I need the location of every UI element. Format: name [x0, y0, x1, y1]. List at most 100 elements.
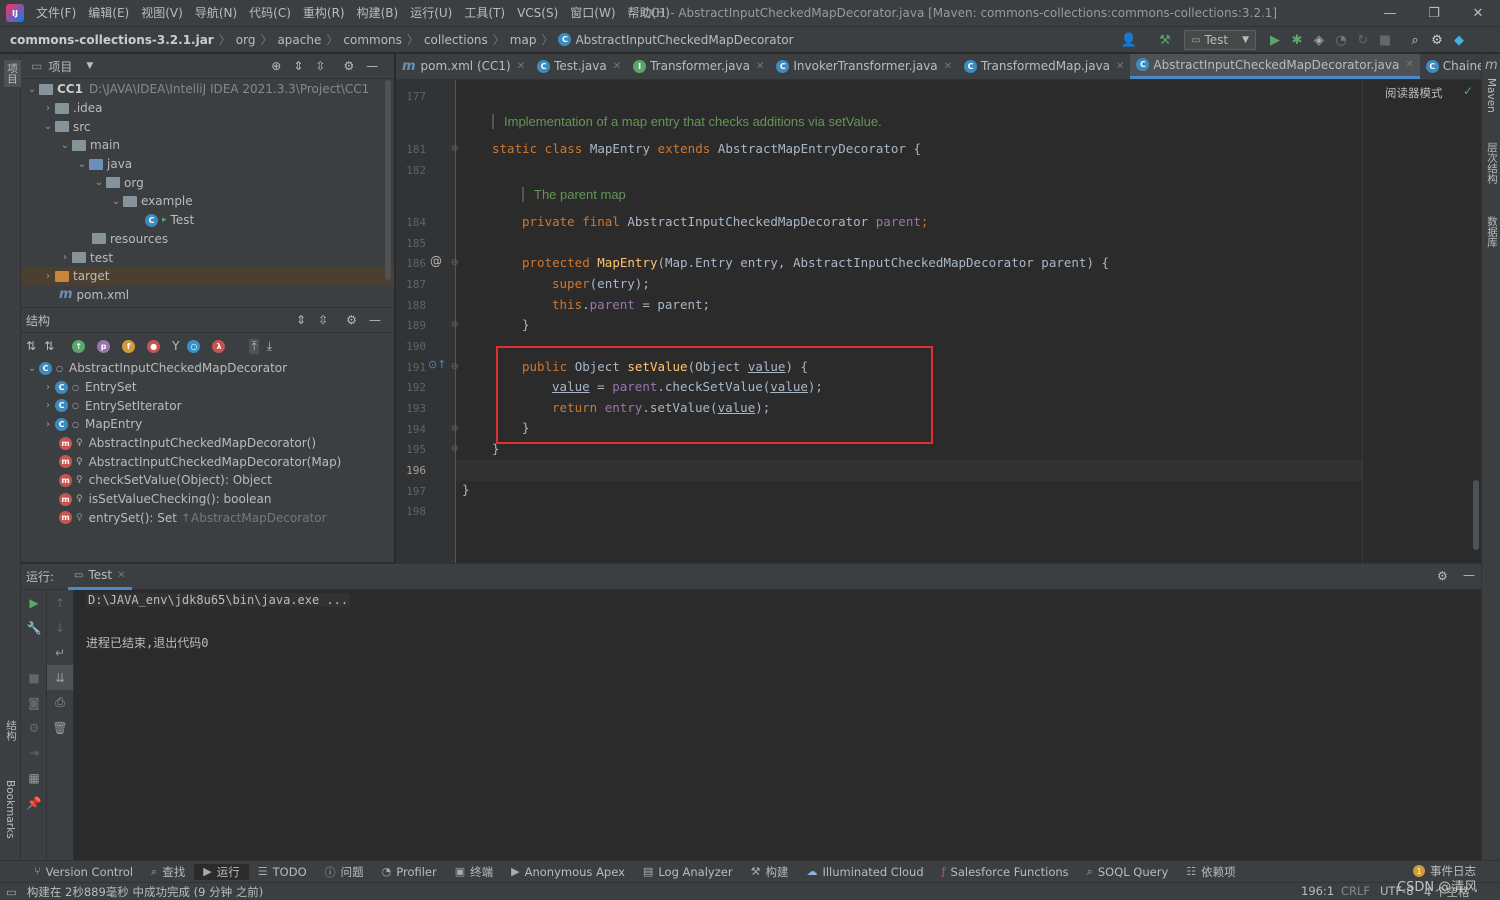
tree-item-java[interactable]: ⌄ java — [21, 155, 394, 174]
menu-window[interactable]: 窗口(W) — [564, 0, 621, 27]
run-icon[interactable]: ▶ — [1264, 29, 1286, 51]
breadcrumb-item[interactable]: collections — [424, 33, 488, 47]
tree-item-target[interactable]: › target — [21, 266, 394, 286]
breadcrumb-item[interactable]: apache — [277, 33, 321, 47]
run-tab-test[interactable]: ▭ Test ✕ — [68, 564, 132, 590]
tool-dependencies[interactable]: ☷ 依赖项 — [1177, 864, 1244, 880]
structure-tool-tab[interactable]: 结构 — [4, 720, 19, 741]
chevron-down-icon[interactable]: ⌄ — [109, 196, 123, 207]
project-panel-title[interactable]: 项目 — [48, 58, 72, 75]
tree-item-org[interactable]: ⌄ org — [21, 173, 394, 192]
tool-todo[interactable]: ☰ TODO — [249, 865, 316, 879]
override-icon[interactable]: ⊙↑ — [428, 358, 446, 371]
layout-icon[interactable]: ▦ — [21, 765, 47, 790]
properties-icon[interactable]: p — [97, 339, 111, 353]
expand-all-icon[interactable]: ⇕ — [293, 59, 303, 73]
close-icon[interactable]: ✕ — [117, 570, 125, 581]
structure-item[interactable]: › C ○ EntrySetIterator — [21, 396, 394, 415]
chevron-right-icon[interactable]: › — [58, 252, 72, 263]
tab-chained[interactable]: CChained — [1420, 54, 1481, 79]
breadcrumb-item[interactable]: org — [236, 33, 256, 47]
database-tool-tab[interactable]: 数据库 — [1485, 216, 1500, 248]
tool-run[interactable]: ▶ 运行 — [194, 863, 249, 880]
tree-item-example[interactable]: ⌄ example — [21, 192, 394, 211]
menu-tools[interactable]: 工具(T) — [458, 0, 511, 27]
non-public-icon[interactable]: ● — [147, 339, 161, 353]
autoscroll-to-source-icon[interactable]: ⤒ — [249, 338, 259, 354]
breadcrumb-item[interactable]: AbstractInputCheckedMapDecorator — [575, 33, 793, 47]
close-icon[interactable]: ✕ — [517, 61, 525, 72]
pin-icon[interactable]: 📌 — [21, 790, 47, 815]
menu-file[interactable]: 文件(F) — [30, 0, 82, 27]
menu-view[interactable]: 视图(V) — [135, 0, 189, 27]
line-separator[interactable]: CRLF — [1341, 884, 1370, 898]
collapse-all-icon[interactable]: ⇳ — [315, 59, 325, 73]
close-icon[interactable]: ✕ — [944, 61, 952, 72]
chevron-right-icon[interactable]: › — [41, 271, 55, 282]
maven-tool-tab[interactable]: Maven — [1485, 78, 1497, 113]
anonymous-icon[interactable]: ○ — [187, 339, 201, 353]
tool-salesforce-functions[interactable]: ƒ Salesforce Functions — [933, 865, 1078, 879]
fields-icon[interactable]: f — [122, 339, 136, 353]
tree-item-src[interactable]: ⌄ src — [21, 117, 394, 136]
chevron-right-icon[interactable]: › — [41, 419, 55, 430]
gear-icon[interactable]: ⚙ — [346, 313, 357, 327]
chevron-right-icon[interactable]: › — [41, 400, 55, 411]
toolbox-icon[interactable]: ◆ — [1448, 29, 1470, 51]
tree-item-cc1[interactable]: ⌄ CC1 D:\JAVA\IDEA\IntelliJ IDEA 2021.3.… — [21, 80, 394, 99]
close-icon[interactable]: ✕ — [613, 61, 621, 72]
menu-edit[interactable]: 编辑(E) — [82, 0, 135, 27]
structure-item[interactable]: › C ○ MapEntry — [21, 415, 394, 434]
reader-mode-button[interactable]: 阅读器模式 — [1385, 85, 1443, 101]
tab-pom[interactable]: m pom.xml (CC1) ✕ — [396, 54, 531, 79]
scrollbar[interactable] — [385, 80, 391, 280]
close-button[interactable]: ✕ — [1456, 0, 1500, 27]
rerun-icon[interactable]: ▶ — [21, 590, 47, 615]
collapse-all-icon[interactable]: ⇳ — [318, 313, 328, 327]
menu-vcs[interactable]: VCS(S) — [511, 0, 564, 27]
code-area[interactable]: Implementation of a map entry that check… — [456, 80, 1362, 563]
hide-icon[interactable]: — — [366, 59, 378, 73]
tool-log-analyzer[interactable]: ▤ Log Analyzer — [634, 865, 742, 879]
search-icon[interactable]: ⌕ — [1404, 29, 1426, 51]
chevron-down-icon[interactable]: ⌄ — [25, 84, 39, 95]
structure-item[interactable]: m ♀ AbstractInputCheckedMapDecorator(Map… — [21, 452, 394, 471]
tool-profiler[interactable]: ◔ Profiler — [373, 865, 446, 879]
hide-icon[interactable]: — — [1463, 568, 1475, 582]
tree-item-test[interactable]: › test — [21, 248, 394, 267]
close-icon[interactable]: ✕ — [1405, 59, 1413, 70]
structure-item[interactable]: m ♀ isSetValueChecking(): boolean — [21, 490, 394, 509]
inherited-icon[interactable]: ↑ — [72, 339, 86, 353]
tree-item-test-class[interactable]: C ▸ Test — [21, 211, 394, 230]
attach-icon[interactable]: ↻ — [1352, 29, 1374, 51]
coverage-icon[interactable]: ◈ — [1308, 29, 1330, 51]
sort-visibility-icon[interactable]: ⇅ — [26, 339, 36, 353]
tool-version-control[interactable]: ⑂ Version Control — [0, 865, 142, 879]
menu-refactor[interactable]: 重构(R) — [297, 0, 351, 27]
annotation-icon[interactable]: @ — [430, 254, 442, 268]
fork-icon[interactable]: Y — [172, 339, 179, 353]
lambda-icon[interactable]: λ — [212, 339, 226, 353]
tree-item-idea[interactable]: › .idea — [21, 99, 394, 118]
menu-code[interactable]: 代码(C) — [243, 0, 297, 27]
bookmarks-tool-tab[interactable]: Bookmarks — [4, 780, 16, 839]
tab-transformedmap[interactable]: C TransformedMap.java ✕ — [958, 54, 1130, 79]
tree-item-resources[interactable]: resources — [21, 230, 394, 249]
chevron-right-icon[interactable]: › — [41, 382, 55, 393]
gear-icon[interactable]: ⚙ — [1437, 569, 1448, 583]
wrench-icon[interactable]: 🔧 — [21, 615, 47, 640]
run-config-select[interactable]: ▭ Test ▼ — [1184, 30, 1256, 50]
structure-item[interactable]: m ♀ checkSetValue(Object): Object — [21, 471, 394, 490]
gear-icon[interactable]: ⚙ — [343, 59, 354, 73]
structure-item[interactable]: ⌄ C ○ AbstractInputCheckedMapDecorator — [21, 359, 394, 378]
print-icon[interactable]: ⎙ — [47, 690, 73, 715]
gear-icon[interactable]: ⚙ — [1426, 29, 1448, 51]
menu-build[interactable]: 构建(B) — [351, 0, 405, 27]
chevron-right-icon[interactable]: › — [41, 103, 55, 114]
status-message[interactable]: 构建在 2秒889毫秒 中成功完成 (9 分钟 之前) — [27, 884, 263, 900]
chevron-down-icon[interactable]: ⌄ — [41, 121, 55, 132]
chevron-down-icon[interactable]: ⌄ — [58, 140, 72, 151]
chevron-down-icon[interactable]: ⌄ — [25, 363, 39, 374]
expand-all-icon[interactable]: ⇕ — [296, 313, 306, 327]
stop-icon[interactable]: ■ — [21, 665, 47, 690]
